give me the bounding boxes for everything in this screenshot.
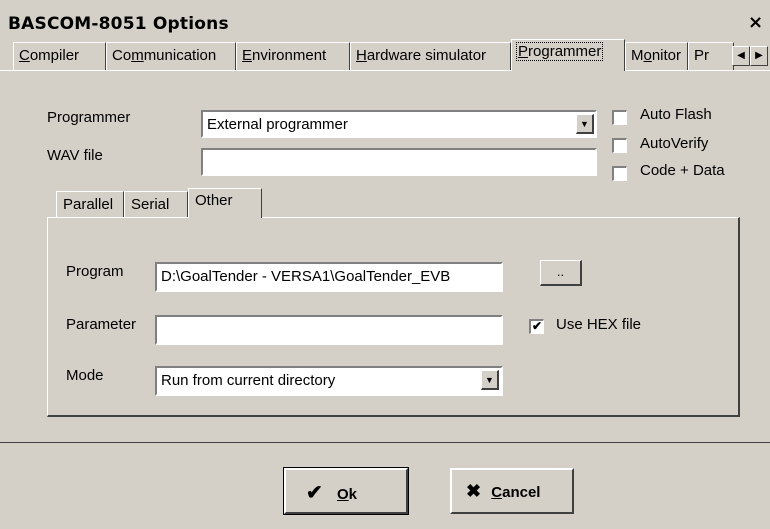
use-hex-checkbox[interactable]: ✔ — [529, 319, 544, 334]
program-path-input[interactable]: D:\GoalTender - VERSA1\GoalTender_EVB — [155, 262, 503, 292]
tab-label-pre: M — [631, 47, 644, 64]
program-label: Program — [66, 263, 124, 280]
tab-environment[interactable]: Environment — [236, 42, 350, 70]
tab-compiler[interactable]: Compiler — [13, 42, 106, 70]
tab-scroll-right-button[interactable]: ▶ — [750, 46, 768, 66]
ok-label: Ok — [337, 486, 357, 503]
code-data-checkbox[interactable] — [612, 166, 627, 181]
tab-accel: H — [356, 47, 367, 64]
auto-verify-checkbox[interactable] — [612, 138, 627, 153]
tab-label-post: nitor — [651, 47, 682, 64]
tab-hardware-simulator[interactable]: Hardware simulator — [350, 42, 511, 70]
parameter-label: Parameter — [66, 316, 137, 333]
programmer-select[interactable]: External programmer — [201, 110, 597, 138]
mode-select[interactable]: Run from current directory — [155, 366, 503, 396]
tab-label-post: nvironment — [252, 47, 327, 64]
tab-scroll-left-button[interactable]: ◀ — [732, 46, 750, 66]
ok-button[interactable]: ✔ Ok — [283, 467, 409, 515]
tab-monitor[interactable]: Monitor — [625, 42, 688, 70]
tab-accel: P — [518, 43, 529, 60]
tab-accel: o — [643, 47, 652, 64]
cancel-rest: ancel — [502, 484, 541, 501]
code-data-label: Code + Data — [640, 162, 725, 179]
tab-partial[interactable]: Pr — [688, 42, 734, 70]
mode-label: Mode — [66, 367, 104, 384]
tab-programmer[interactable]: Programmer — [511, 39, 625, 71]
tab-accel: E — [242, 47, 253, 64]
tab-label-post: ardware simulator — [366, 47, 487, 64]
tab-label-post: rogrammer — [528, 43, 602, 60]
tab-accel: m — [131, 47, 144, 64]
mode-select-value: Run from current directory — [161, 372, 336, 389]
use-hex-label: Use HEX file — [556, 316, 642, 333]
ok-accel: O — [336, 486, 349, 503]
ok-rest: k — [348, 486, 357, 503]
auto-flash-label: Auto Flash — [640, 106, 712, 123]
window-title: BASCOM-8051 Options — [8, 14, 229, 34]
cancel-accel: C — [491, 484, 503, 501]
wav-file-label: WAV file — [47, 147, 103, 164]
tab-label-pre: Pr — [694, 47, 709, 64]
tab-communication[interactable]: Communication — [106, 42, 236, 70]
programmer-dropdown-button[interactable]: ▼ — [576, 114, 594, 134]
checkmark-icon: ✔ — [306, 482, 323, 504]
tab-label-pre: Co — [112, 47, 132, 64]
tab-parallel[interactable]: Parallel — [56, 191, 124, 217]
programmer-label: Programmer — [47, 109, 131, 126]
wav-file-input[interactable] — [201, 148, 597, 176]
programmer-select-value: External programmer — [207, 116, 348, 133]
tab-focus: Programmer — [515, 42, 604, 61]
cancel-label: Cancel — [491, 484, 540, 501]
mode-dropdown-button[interactable]: ▼ — [481, 370, 499, 390]
tab-accel: C — [19, 47, 30, 64]
close-icon[interactable]: × — [748, 13, 763, 33]
parameter-input[interactable] — [155, 315, 503, 345]
tab-label-post: munication — [143, 47, 217, 64]
tab-label-post: ompiler — [29, 47, 80, 64]
cancel-x-icon: ✖ — [466, 481, 482, 501]
auto-flash-checkbox[interactable] — [612, 110, 627, 125]
auto-verify-label: AutoVerify — [640, 135, 709, 152]
browse-button[interactable]: .. — [540, 260, 582, 286]
tab-other[interactable]: Other — [188, 188, 262, 218]
cancel-button[interactable]: ✖ Cancel — [450, 468, 574, 514]
tab-serial[interactable]: Serial — [124, 191, 188, 217]
